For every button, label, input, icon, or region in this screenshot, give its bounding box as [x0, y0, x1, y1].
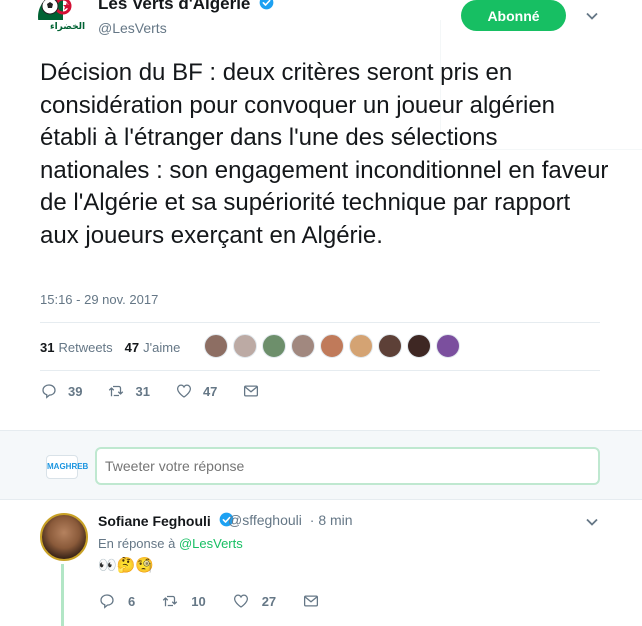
retweets-count: 31	[40, 339, 55, 355]
reply-count: 39	[68, 383, 83, 399]
reply-author-handle[interactable]: @sffeghouli · 8 min	[228, 512, 353, 528]
liker-avatar[interactable]	[204, 334, 228, 358]
likers-avatars	[204, 334, 465, 358]
retweet-icon	[109, 385, 124, 397]
reply-time: · 8 min	[309, 512, 353, 528]
verified-icon	[259, 0, 274, 10]
reply-count: 6	[128, 593, 136, 609]
retweets-stat[interactable]: 31 Retweets	[40, 340, 113, 355]
user-avatar[interactable]: MAGHREB	[46, 455, 88, 479]
liker-avatar[interactable]	[349, 334, 373, 358]
divider	[40, 322, 600, 323]
retweet-action[interactable]: 10	[161, 592, 206, 610]
reply-text: 👀🤔🧐	[98, 556, 155, 574]
reply-author-name-text: Sofiane Feghouli	[98, 513, 211, 529]
reply-input[interactable]	[95, 447, 600, 485]
author-name[interactable]: Les Verts d'Algérie	[98, 0, 274, 14]
chevron-down-icon[interactable]	[585, 9, 599, 23]
heart-icon	[233, 594, 248, 608]
liker-avatar[interactable]	[233, 334, 257, 358]
reply-icon	[42, 384, 56, 399]
like-count: 27	[261, 593, 277, 609]
reply-tweet: Sofiane Feghouli @sffeghouli · 8 min En …	[0, 500, 642, 626]
replying-prefix: En réponse à	[98, 536, 176, 551]
liker-avatar[interactable]	[436, 334, 460, 358]
reply-icon	[100, 594, 114, 609]
tweet-stats: 31 Retweets 47 J'aime	[40, 335, 192, 359]
reply-handle-text: @sffeghouli	[228, 512, 302, 528]
reply-author-avatar[interactable]	[40, 513, 88, 561]
author-handle[interactable]: @LesVerts	[98, 20, 167, 36]
liker-avatar[interactable]	[291, 334, 315, 358]
likes-stat[interactable]: 47 J'aime	[125, 340, 181, 355]
replying-to: En réponse à @LesVerts	[98, 536, 243, 551]
tweet-timestamp[interactable]: 15:16 - 29 nov. 2017	[40, 292, 158, 307]
like-count: 47	[202, 383, 218, 399]
follow-button[interactable]: Abonné	[461, 0, 566, 31]
likes-count: 47	[124, 339, 140, 355]
direct-message-action[interactable]	[302, 592, 332, 610]
avatar-label: الخضراء	[50, 22, 86, 32]
reply-composer: MAGHREB	[0, 430, 642, 500]
like-action[interactable]: 27	[232, 592, 276, 610]
direct-message-action[interactable]	[242, 382, 270, 400]
likes-label: J'aime	[143, 339, 181, 355]
liker-avatar[interactable]	[262, 334, 286, 358]
author-avatar[interactable]: الخضراء	[38, 0, 88, 42]
author-name-text: Les Verts d'Algérie	[98, 0, 251, 13]
like-action[interactable]: 47	[175, 382, 217, 400]
retweet-count: 31	[135, 383, 150, 399]
reply-action[interactable]: 6	[98, 592, 135, 610]
heart-icon	[176, 384, 191, 398]
reply-tweet-actions: 6 10 27	[98, 592, 358, 610]
envelope-icon	[304, 595, 319, 607]
retweets-label: Retweets	[58, 339, 113, 355]
liker-avatar[interactable]	[407, 334, 431, 358]
thread-connector	[61, 564, 64, 626]
chevron-down-icon[interactable]	[585, 515, 599, 529]
tweet-actions: 39 31 47	[40, 382, 295, 400]
main-tweet: الخضراء Les Verts d'Algérie @LesVerts Ab…	[0, 0, 642, 430]
replying-to-link[interactable]: @LesVerts	[179, 536, 243, 551]
reply-action[interactable]: 39	[40, 382, 82, 400]
retweet-icon	[163, 595, 178, 607]
tweet-text: Décision du BF : deux critères seront pr…	[40, 59, 609, 249]
liker-avatar[interactable]	[320, 334, 344, 358]
algeria-logo	[38, 0, 88, 20]
liker-avatar[interactable]	[378, 334, 402, 358]
envelope-icon	[244, 385, 259, 397]
reply-author-name[interactable]: Sofiane Feghouli	[98, 512, 234, 529]
retweet-action[interactable]: 31	[107, 382, 150, 400]
divider	[40, 370, 600, 371]
retweet-count: 10	[191, 593, 206, 609]
